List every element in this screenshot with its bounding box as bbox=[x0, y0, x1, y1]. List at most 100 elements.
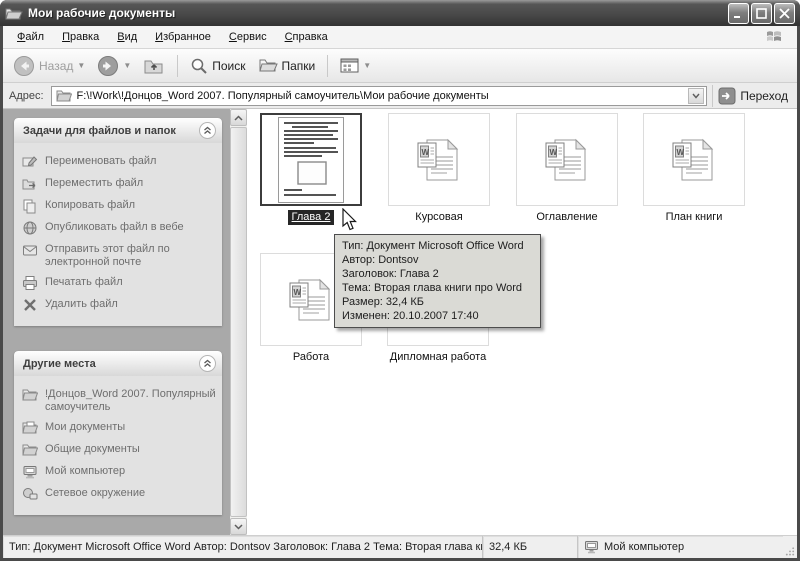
up-button[interactable] bbox=[139, 53, 169, 79]
tooltip-subject: Тема: Вторая глава книги про Word bbox=[342, 282, 523, 294]
network-icon bbox=[23, 488, 38, 500]
other-places-header[interactable]: Другие места bbox=[14, 351, 222, 376]
go-label: Переход bbox=[740, 88, 788, 103]
tooltip-type: Тип: Документ Microsoft Office Word bbox=[342, 240, 524, 252]
email-icon bbox=[23, 245, 37, 256]
task-publish-file[interactable]: Опубликовать файл в вебе bbox=[22, 217, 216, 239]
file-diplomnaya-label[interactable]: Дипломная работа bbox=[386, 350, 490, 365]
tooltip-modified: Изменен: 20.10.2007 17:40 bbox=[342, 310, 479, 322]
file-glava2-thumbnail[interactable] bbox=[260, 113, 362, 206]
collapse-chevron-icon[interactable] bbox=[199, 355, 216, 372]
file-plan-knigi-label[interactable]: План книги bbox=[662, 210, 727, 225]
menu-tools[interactable]: Сервис bbox=[221, 28, 275, 46]
title-bar: Мои рабочие документы bbox=[0, 0, 800, 26]
folders-button[interactable]: Папки bbox=[254, 54, 320, 77]
menu-view[interactable]: Вид bbox=[109, 28, 145, 46]
documents-folder-icon bbox=[22, 421, 38, 434]
forward-button[interactable]: ▼ bbox=[93, 52, 135, 80]
scroll-up-button[interactable] bbox=[230, 109, 247, 126]
file-kursovaya[interactable]: W Курсовая bbox=[388, 113, 490, 225]
file-oglavlenie[interactable]: W Оглавление bbox=[516, 113, 618, 225]
back-arrow-icon bbox=[14, 55, 34, 76]
svg-text:W: W bbox=[294, 288, 302, 297]
task-move-file[interactable]: Переместить файл bbox=[22, 173, 216, 195]
place-label: Мой компьютер bbox=[45, 465, 126, 477]
maximize-button[interactable] bbox=[751, 2, 772, 24]
task-email-file[interactable]: Отправить этот файл по электронной почте bbox=[22, 239, 216, 272]
file-tasks-header[interactable]: Задачи для файлов и папок bbox=[14, 118, 222, 143]
toolbar-separator bbox=[327, 54, 329, 77]
tooltip-size: Размер: 32,4 КБ bbox=[342, 296, 425, 308]
place-label: !Донцов_Word 2007. Популярный самоучител… bbox=[45, 388, 216, 413]
file-info-tooltip: Тип: Документ Microsoft Office Word Авто… bbox=[334, 234, 541, 328]
go-arrow-icon bbox=[718, 87, 736, 104]
back-button[interactable]: Назад ▼ bbox=[9, 52, 89, 80]
place-shared-documents[interactable]: Общие документы bbox=[22, 439, 216, 461]
address-label: Адрес: bbox=[9, 89, 44, 102]
place-label: Мои документы bbox=[45, 421, 126, 433]
mouse-cursor-icon bbox=[342, 207, 358, 235]
place-my-documents[interactable]: Мои документы bbox=[22, 417, 216, 439]
forward-dropdown-icon[interactable]: ▼ bbox=[123, 61, 131, 70]
computer-icon bbox=[23, 466, 37, 479]
task-label: Опубликовать файл в вебе bbox=[45, 221, 184, 233]
task-label: Печатать файл bbox=[45, 276, 123, 288]
task-copy-file[interactable]: Копировать файл bbox=[22, 195, 216, 217]
windows-logo-icon bbox=[765, 28, 791, 47]
explorer-window: Мои рабочие документы Файл Правка Вид Из… bbox=[0, 0, 800, 561]
svg-text:W: W bbox=[550, 148, 558, 157]
task-print-file[interactable]: Печатать файл bbox=[22, 272, 216, 294]
scroll-down-button[interactable] bbox=[230, 518, 247, 535]
printer-icon bbox=[23, 276, 37, 290]
menu-bar: Файл Правка Вид Избранное Сервис Справка bbox=[3, 26, 797, 49]
folder-icon bbox=[22, 389, 38, 401]
place-my-computer[interactable]: Мой компьютер bbox=[22, 461, 216, 483]
menu-favorites[interactable]: Избранное bbox=[147, 28, 219, 46]
folder-window-icon bbox=[5, 8, 23, 19]
file-kursovaya-thumbnail[interactable]: W bbox=[388, 113, 490, 206]
task-label: Переместить файл bbox=[45, 177, 144, 189]
status-size: 32,4 КБ bbox=[483, 536, 578, 558]
address-combo[interactable]: F:\!Work\!Донцов_Word 2007. Популярный с… bbox=[50, 85, 708, 106]
search-button[interactable]: Поиск bbox=[186, 54, 249, 78]
back-dropdown-icon[interactable]: ▼ bbox=[77, 61, 85, 70]
status-bar: Тип: Документ Microsoft Office Word Авто… bbox=[3, 535, 797, 558]
status-info: Тип: Документ Microsoft Office Word Авто… bbox=[3, 536, 483, 558]
file-plan-knigi[interactable]: W План книги bbox=[643, 113, 745, 225]
scrollbar-thumb[interactable] bbox=[230, 127, 247, 517]
search-label: Поиск bbox=[212, 58, 246, 73]
sidebar-scrollbar[interactable] bbox=[230, 109, 247, 535]
place-network[interactable]: Сетевое окружение bbox=[22, 483, 216, 505]
place-parent-folder[interactable]: !Донцов_Word 2007. Популярный самоучител… bbox=[22, 384, 216, 417]
menu-help[interactable]: Справка bbox=[277, 28, 336, 46]
file-plan-knigi-thumbnail[interactable]: W bbox=[643, 113, 745, 206]
menu-edit[interactable]: Правка bbox=[54, 28, 107, 46]
file-oglavlenie-label[interactable]: Оглавление bbox=[532, 210, 601, 225]
minimize-button[interactable] bbox=[728, 2, 749, 24]
task-label: Отправить этот файл по электронной почте bbox=[45, 243, 170, 268]
up-folder-icon bbox=[144, 60, 163, 73]
views-button[interactable]: ▼ bbox=[336, 55, 375, 76]
file-rabota-label[interactable]: Работа bbox=[289, 350, 333, 365]
task-rename-file[interactable]: Переименовать файл bbox=[22, 151, 216, 173]
address-path[interactable]: F:\!Work\!Донцов_Word 2007. Популярный с… bbox=[77, 90, 684, 102]
task-pane: Задачи для файлов и папок Переименовать … bbox=[3, 109, 230, 535]
file-tasks-panel: Задачи для файлов и папок Переименовать … bbox=[14, 118, 222, 326]
word-document-icon: W bbox=[289, 278, 331, 320]
resize-grip[interactable] bbox=[783, 536, 797, 558]
close-button[interactable] bbox=[774, 2, 795, 24]
tooltip-title: Заголовок: Глава 2 bbox=[342, 268, 439, 280]
menu-file[interactable]: Файл bbox=[9, 28, 52, 46]
go-button[interactable]: Переход bbox=[712, 84, 793, 107]
file-list-area[interactable]: Глава 2 W Курсовая W Оглавление W План к… bbox=[247, 109, 797, 535]
other-places-panel: Другие места !Донцов_Word 2007. Популярн… bbox=[14, 351, 222, 515]
file-oglavlenie-thumbnail[interactable]: W bbox=[516, 113, 618, 206]
file-glava2-label[interactable]: Глава 2 bbox=[287, 210, 335, 225]
address-dropdown-button[interactable] bbox=[688, 87, 705, 104]
views-dropdown-icon[interactable]: ▼ bbox=[363, 61, 371, 70]
file-kursovaya-label[interactable]: Курсовая bbox=[411, 210, 466, 225]
shared-folder-icon bbox=[22, 444, 38, 456]
task-delete-file[interactable]: Удалить файл bbox=[22, 294, 216, 316]
collapse-chevron-icon[interactable] bbox=[199, 122, 216, 139]
search-icon bbox=[191, 58, 207, 74]
